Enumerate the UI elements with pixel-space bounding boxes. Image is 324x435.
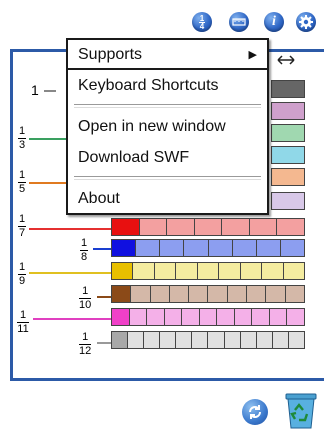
fraction-label-third: 13 — [18, 125, 26, 151]
menu-item-keyboard-shortcuts[interactable]: Keyboard Shortcuts — [68, 71, 267, 101]
info-icon[interactable]: i — [264, 12, 284, 32]
leader-line — [97, 296, 111, 298]
ruler-icon[interactable] — [229, 12, 249, 32]
fraction-bar-eighths[interactable] — [111, 239, 305, 257]
recycle-bin-icon[interactable] — [283, 392, 319, 430]
leader-line — [44, 90, 56, 92]
leader-line — [97, 342, 111, 344]
menu-item-about[interactable]: About — [68, 184, 267, 214]
submenu-arrow-icon: ▶ — [248, 49, 257, 61]
leader-line — [29, 272, 111, 274]
fraction-bar-halves[interactable] — [271, 102, 305, 120]
fraction-label-twelfth: 1 12 — [79, 331, 92, 357]
fraction-label-eleventh: 1 11 — [17, 309, 29, 335]
menu-divider — [68, 68, 267, 70]
fraction-bar-twelfths[interactable] — [111, 331, 305, 349]
fraction-label-eighth: 18 — [80, 237, 88, 263]
menu-separator — [74, 176, 261, 180]
context-menu: Supports ▶ Keyboard Shortcuts Open in ne… — [66, 38, 269, 215]
menu-separator — [74, 104, 261, 108]
fraction-label-1: 1 — [31, 82, 39, 98]
leader-line — [93, 248, 111, 250]
gear-icon[interactable] — [296, 12, 316, 32]
menu-item-open-new-window[interactable]: Open in new window — [68, 112, 267, 142]
fraction-bar-quarters[interactable] — [271, 146, 305, 164]
leader-line — [29, 182, 69, 184]
leader-line — [29, 138, 69, 140]
fraction-bar-tenths[interactable] — [111, 285, 305, 303]
fraction-label-tenth: 1 10 — [79, 285, 92, 311]
fraction-label-fifth: 15 — [18, 169, 26, 195]
leader-line — [29, 228, 111, 230]
fraction-label-ninth: 19 — [18, 261, 26, 287]
fraction-label-seventh: 17 — [18, 213, 26, 239]
refresh-icon[interactable] — [242, 399, 268, 425]
fraction-quarter-icon[interactable]: 14 — [192, 12, 212, 32]
fraction-bar-whole[interactable] — [271, 80, 305, 98]
menu-item-download-swf[interactable]: Download SWF — [68, 143, 267, 173]
fraction-bar-thirds[interactable] — [271, 124, 305, 142]
menu-item-supports[interactable]: Supports ▶ — [68, 40, 267, 70]
double-arrow-icon[interactable] — [276, 53, 296, 67]
fraction-bar-sevenths[interactable] — [111, 218, 306, 236]
fraction-bar-elevenths[interactable] — [111, 308, 306, 326]
fraction-bar-ninths[interactable] — [111, 262, 305, 280]
leader-line — [33, 318, 111, 320]
fraction-bar-sixths[interactable] — [271, 192, 305, 210]
fraction-bar-fifths[interactable] — [271, 168, 305, 186]
